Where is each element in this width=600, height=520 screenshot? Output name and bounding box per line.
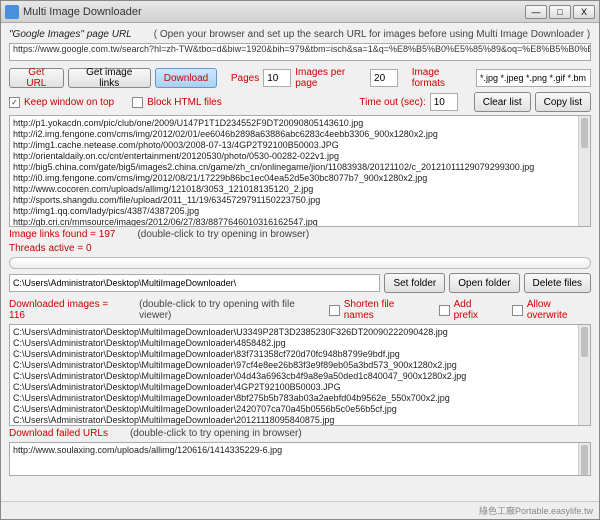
failed-label: Download failed URLs bbox=[9, 428, 108, 439]
get-image-links-button[interactable]: Get image links bbox=[68, 68, 151, 88]
links-found-label: Image links found = 197 bbox=[9, 229, 115, 240]
get-url-button[interactable]: Get URL bbox=[9, 68, 64, 88]
block-html-checkbox[interactable] bbox=[132, 97, 143, 108]
list-item[interactable]: http://i2.img.fengone.com/cms/img/2012/0… bbox=[13, 129, 587, 140]
image-formats-input[interactable] bbox=[476, 69, 591, 87]
list-item[interactable]: C:\Users\Administrator\Desktop\MultiImag… bbox=[13, 415, 587, 426]
scrollbar[interactable] bbox=[578, 116, 590, 226]
keep-on-top-label: Keep window on top bbox=[24, 97, 114, 108]
scrollbar[interactable] bbox=[578, 443, 590, 475]
titlebar[interactable]: Multi Image Downloader — □ X bbox=[1, 1, 599, 23]
failed-hint: (double-click to try opening in browser) bbox=[130, 428, 302, 439]
keep-on-top-checkbox[interactable] bbox=[9, 97, 20, 108]
block-html-label: Block HTML files bbox=[147, 97, 222, 108]
timeout-input[interactable] bbox=[430, 93, 458, 111]
pages-input[interactable] bbox=[263, 69, 291, 87]
folder-path-input[interactable] bbox=[9, 274, 380, 292]
images-per-page-input[interactable] bbox=[370, 69, 398, 87]
list-item[interactable]: C:\Users\Administrator\Desktop\MultiImag… bbox=[13, 382, 587, 393]
app-window: Multi Image Downloader — □ X "Google Ima… bbox=[0, 0, 600, 520]
overwrite-label: Allow overwrite bbox=[527, 299, 591, 321]
prefix-label: Add prefix bbox=[454, 299, 497, 321]
image-links-list[interactable]: http://p1.yokacdn.com/pic/club/one/2009/… bbox=[9, 115, 591, 227]
downloaded-label: Downloaded images = 116 bbox=[9, 299, 122, 321]
pages-label: Pages bbox=[231, 73, 259, 84]
content-area: "Google Images" page URL ( Open your bro… bbox=[1, 23, 599, 501]
window-title: Multi Image Downloader bbox=[23, 6, 525, 18]
list-item[interactable]: http://img1.qq.com/lady/pics/4387/438720… bbox=[13, 206, 587, 217]
image-formats-label: Image formats bbox=[412, 67, 472, 89]
open-folder-button[interactable]: Open folder bbox=[449, 273, 519, 293]
list-item[interactable]: http://p1.yokacdn.com/pic/club/one/2009/… bbox=[13, 118, 587, 129]
maximize-button[interactable]: □ bbox=[549, 5, 571, 19]
list-item[interactable]: C:\Users\Administrator\Desktop\MultiImag… bbox=[13, 338, 587, 349]
app-icon bbox=[5, 5, 19, 19]
shorten-label: Shorten file names bbox=[344, 299, 424, 321]
list-item[interactable]: http://www.soulaxing.com/uploads/allimg/… bbox=[13, 445, 587, 456]
list-item[interactable]: C:\Users\Administrator\Desktop\MultiImag… bbox=[13, 327, 587, 338]
threads-label: Threads active = 0 bbox=[9, 243, 92, 254]
downloaded-list[interactable]: C:\Users\Administrator\Desktop\MultiImag… bbox=[9, 324, 591, 426]
prefix-checkbox[interactable] bbox=[439, 305, 450, 316]
footer: 綠色工廠Portable.easylife.tw bbox=[1, 501, 599, 519]
list-item[interactable]: C:\Users\Administrator\Desktop\MultiImag… bbox=[13, 360, 587, 371]
footer-credit: 綠色工廠Portable.easylife.tw bbox=[479, 504, 593, 517]
links-hint: (double-click to try opening in browser) bbox=[137, 229, 309, 240]
list-item[interactable]: C:\Users\Administrator\Desktop\MultiImag… bbox=[13, 349, 587, 360]
list-item[interactable]: http://i0.img.fengone.com/cms/img/2012/0… bbox=[13, 173, 587, 184]
close-button[interactable]: X bbox=[573, 5, 595, 19]
list-item[interactable]: http://orientaldaily.on.cc/cnt/entertain… bbox=[13, 151, 587, 162]
minimize-button[interactable]: — bbox=[525, 5, 547, 19]
set-folder-button[interactable]: Set folder bbox=[384, 273, 445, 293]
downloaded-hint: (double-click to try opening with file v… bbox=[139, 299, 321, 321]
list-item[interactable]: http://gb.cri.cn/mmsource/images/2012/06… bbox=[13, 217, 587, 227]
images-per-page-label: Images per page bbox=[295, 67, 366, 89]
shorten-checkbox[interactable] bbox=[329, 305, 340, 316]
overwrite-checkbox[interactable] bbox=[512, 305, 523, 316]
failed-list[interactable]: http://www.soulaxing.com/uploads/allimg/… bbox=[9, 442, 591, 476]
list-item[interactable]: http://sports.shangdu.com/file/upload/20… bbox=[13, 195, 587, 206]
timeout-label: Time out (sec): bbox=[359, 97, 425, 108]
url-hint: ( Open your browser and set up the searc… bbox=[154, 29, 591, 40]
list-item[interactable]: C:\Users\Administrator\Desktop\MultiImag… bbox=[13, 404, 587, 415]
list-item[interactable]: http://img1.cache.netease.com/photo/0003… bbox=[13, 140, 587, 151]
copy-list-button[interactable]: Copy list bbox=[535, 92, 591, 112]
url-label: "Google Images" page URL bbox=[9, 29, 132, 40]
progress-bar bbox=[9, 257, 591, 269]
list-item[interactable]: http://big5.china.com/gate/big5/images2.… bbox=[13, 162, 587, 173]
list-item[interactable]: http://www.cocoren.com/uploads/allimg/12… bbox=[13, 184, 587, 195]
search-url-input[interactable]: https://www.google.com.tw/search?hl=zh-T… bbox=[9, 43, 591, 61]
download-button[interactable]: Download bbox=[155, 68, 217, 88]
list-item[interactable]: C:\Users\Administrator\Desktop\MultiImag… bbox=[13, 371, 587, 382]
delete-files-button[interactable]: Delete files bbox=[524, 273, 591, 293]
scrollbar[interactable] bbox=[578, 325, 590, 425]
clear-list-button[interactable]: Clear list bbox=[474, 92, 531, 112]
list-item[interactable]: C:\Users\Administrator\Desktop\MultiImag… bbox=[13, 393, 587, 404]
